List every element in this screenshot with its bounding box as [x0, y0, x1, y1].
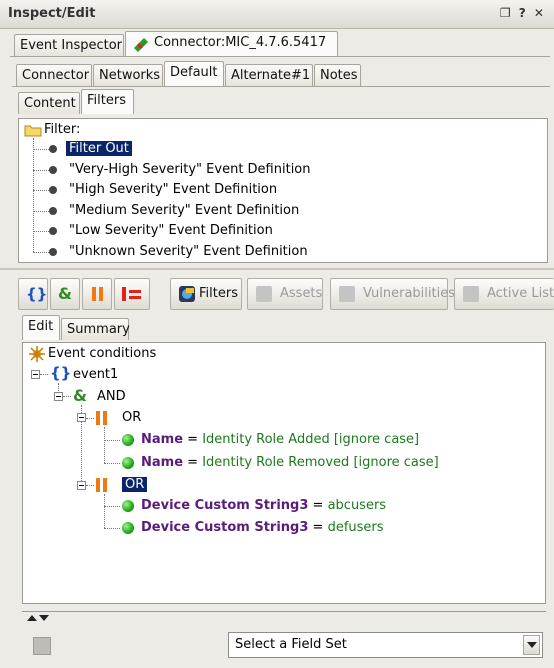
or-icon — [96, 478, 100, 492]
condition-icon — [122, 500, 134, 512]
braces-icon: {} — [50, 364, 72, 382]
field-set-icon — [33, 637, 51, 655]
add-and-button[interactable]: & — [50, 278, 80, 310]
splitter[interactable] — [22, 611, 546, 626]
filter-item-low[interactable]: "Low Severity" Event Definition — [69, 221, 273, 241]
dropdown-button[interactable] — [523, 635, 540, 655]
window-controls[interactable]: ❐ ? ✕ — [500, 6, 546, 20]
conditions-icon — [29, 346, 45, 362]
condition-icon — [122, 434, 134, 446]
or2-node[interactable]: OR — [122, 475, 148, 495]
ampersand-icon: & — [58, 284, 72, 303]
filter-item-unknown[interactable]: "Unknown Severity" Event Definition — [69, 242, 308, 262]
tab-connector[interactable]: Connector:MIC_4.7.6.5417 — [125, 31, 338, 56]
condition-dcs3-abcusers[interactable]: Device Custom String3 = abcusers — [141, 496, 386, 516]
condition-icon — [122, 457, 134, 469]
vulnerabilities-button[interactable]: Vulnerabilities — [330, 278, 455, 310]
collapse-arrows-icon — [27, 615, 49, 621]
condition-toolbar: {} & Filters Assets Vulnerabilities Acti… — [18, 275, 554, 313]
event1-node[interactable]: event1 — [73, 365, 118, 385]
or1-node[interactable]: OR — [122, 408, 141, 428]
collapse-event1[interactable] — [31, 370, 40, 379]
condition-name-added[interactable]: Name = Identity Role Added [ignore case] — [141, 430, 419, 450]
condition-icon — [122, 522, 134, 534]
collapse-and[interactable] — [54, 392, 63, 401]
add-event-button[interactable]: {} — [18, 278, 48, 310]
collapse-or1[interactable] — [77, 413, 86, 422]
or-icon — [92, 287, 96, 301]
filter-item-medium[interactable]: "Medium Severity" Event Definition — [69, 201, 299, 221]
active-list-icon — [463, 286, 479, 302]
window-title: Inspect/Edit — [8, 6, 96, 21]
tab-alternate1[interactable]: Alternate#1 — [225, 64, 313, 86]
filter-item-filter-out[interactable]: Filter Out — [66, 139, 132, 159]
tab-default[interactable]: Default — [164, 61, 224, 86]
braces-icon: {} — [26, 285, 48, 303]
tab-summary[interactable]: Summary — [61, 318, 130, 340]
tab-filters[interactable]: Filters — [81, 89, 134, 114]
and-node[interactable]: AND — [97, 387, 126, 407]
condition-name-removed[interactable]: Name = Identity Role Removed [ignore cas… — [141, 453, 439, 473]
add-not-button[interactable] — [114, 278, 150, 310]
tab-notes[interactable]: Notes — [314, 64, 361, 86]
tab-networks[interactable]: Networks — [93, 64, 163, 86]
connector-icon — [134, 38, 148, 52]
event-conditions-panel: Event conditions {} event1 & AND OR Name… — [22, 342, 546, 604]
filter-tree-panel: Filter: Filter Out "Very-High Severity" … — [18, 118, 548, 263]
collapse-or2[interactable] — [77, 481, 86, 490]
not-icon — [122, 287, 126, 301]
tab-connector-sub[interactable]: Connector — [16, 64, 92, 86]
field-set-select[interactable]: Select a Field Set — [228, 632, 543, 658]
assets-button[interactable]: Assets — [247, 278, 323, 310]
tab-edit[interactable]: Edit — [22, 315, 60, 340]
folder-icon — [24, 125, 42, 137]
or-icon — [96, 411, 100, 425]
active-list-button[interactable]: Active List — [454, 278, 554, 310]
tab-content[interactable]: Content — [18, 92, 80, 114]
condition-dcs3-defusers[interactable]: Device Custom String3 = defusers — [141, 518, 384, 538]
vulnerabilities-icon — [339, 286, 355, 302]
filter-root: Filter: — [44, 122, 81, 137]
filter-item-high[interactable]: "High Severity" Event Definition — [69, 180, 277, 200]
assets-icon — [256, 286, 272, 302]
add-or-button[interactable] — [82, 278, 112, 310]
chevron-down-icon — [527, 642, 537, 648]
title-bar: Inspect/Edit ❐ ? ✕ — [0, 0, 554, 29]
tab-event-inspector[interactable]: Event Inspector — [14, 34, 124, 56]
filter-item-very-high[interactable]: "Very-High Severity" Event Definition — [69, 160, 311, 180]
filters-icon — [179, 286, 195, 302]
filters-button[interactable]: Filters — [170, 278, 242, 310]
conditions-root: Event conditions — [48, 346, 157, 361]
and-icon: & — [73, 386, 87, 405]
